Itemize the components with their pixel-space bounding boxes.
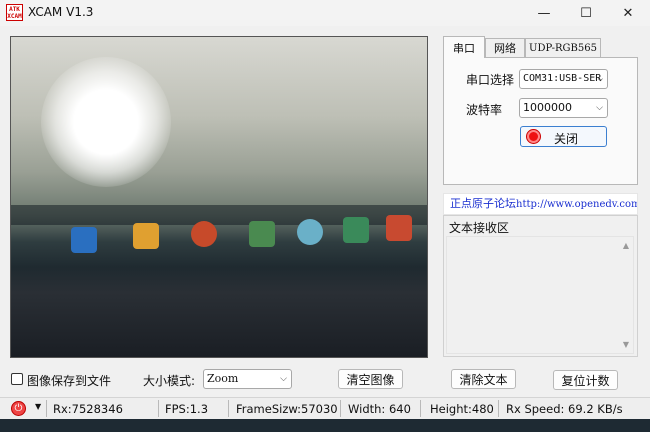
minimize-icon[interactable]: — <box>523 0 565 26</box>
baud-rate-value: 1000000 <box>523 101 572 114</box>
chevron-down-icon: ⌵ <box>280 374 287 384</box>
text-receive-group: 文本接收区 ▲ ▼ <box>443 215 638 357</box>
save-image-checkbox[interactable] <box>11 373 23 385</box>
port-select-label: 串口选择 <box>466 73 515 87</box>
status-bar: ⏻ ▼ Rx:7528346 FPS:1.3 FrameSizw:57030 W… <box>0 397 650 419</box>
save-image-label: 图像保存到文件 <box>27 374 112 388</box>
forum-link[interactable]: 正点原子论坛http://www.openedv.com/ <box>443 193 638 215</box>
size-mode-value: Zoom <box>207 372 239 385</box>
scroll-down-icon[interactable]: ▼ <box>623 340 629 349</box>
port-select-value: COM31:USB-SER <box>523 73 602 84</box>
blurred-icon <box>133 223 159 249</box>
status-divider <box>158 400 159 417</box>
size-mode-select[interactable]: Zoom ⌵ <box>203 369 292 389</box>
image-width: Width: 640 <box>348 402 411 416</box>
title-bar: ATK XCAM XCAM V1.3 — ☐ ✕ <box>0 0 650 26</box>
scroll-up-icon[interactable]: ▲ <box>623 241 629 250</box>
chevron-down-icon: ⌵ <box>597 74 603 84</box>
power-icon[interactable]: ⏻ <box>11 401 26 416</box>
chevron-down-icon: ⌵ <box>596 103 603 113</box>
forum-label: 正点原子论坛 <box>450 197 516 210</box>
blurred-icon <box>297 219 323 245</box>
baud-rate-select[interactable]: 1000000 ⌵ <box>519 98 608 118</box>
reset-count-button[interactable]: 复位计数 <box>553 370 618 390</box>
window-title: XCAM V1.3 <box>28 5 94 19</box>
clear-text-button[interactable]: 清除文本 <box>451 369 516 389</box>
port-select[interactable]: COM31:USB-SER ⌵ <box>519 69 608 89</box>
close-port-label: 关闭 <box>554 132 579 146</box>
baud-rate-label: 波特率 <box>466 103 503 117</box>
close-port-button[interactable]: 关闭 <box>520 126 607 147</box>
app-logo-icon: ATK XCAM <box>6 4 23 21</box>
size-mode-label: 大小模式: <box>143 374 196 388</box>
blurred-icon <box>343 217 369 243</box>
image-height: Height:480 <box>430 402 494 416</box>
tab-serial[interactable]: 串口 <box>443 36 485 58</box>
blurred-icon <box>191 221 217 247</box>
tab-udp-rgb565[interactable]: UDP-RGB565 <box>525 38 601 57</box>
camera-preview <box>10 36 428 358</box>
tab-bar: 串口 网络 UDP-RGB565 <box>443 36 638 58</box>
fps-value: FPS:1.3 <box>165 402 209 416</box>
text-receive-title: 文本接收区 <box>449 221 510 235</box>
maximize-icon[interactable]: ☐ <box>565 0 607 26</box>
blurred-icon <box>249 221 275 247</box>
dropdown-arrow-icon[interactable]: ▼ <box>35 402 41 411</box>
status-divider <box>228 400 229 417</box>
clear-image-button[interactable]: 清空图像 <box>338 369 403 389</box>
close-window-icon[interactable]: ✕ <box>607 0 649 26</box>
blurred-icon <box>386 215 412 241</box>
text-receive-area[interactable]: ▲ ▼ <box>446 236 634 354</box>
rx-count: Rx:7528346 <box>53 402 123 416</box>
blurred-icon <box>71 227 97 253</box>
status-divider <box>420 400 421 417</box>
forum-url[interactable]: http://www.openedv.com/ <box>516 199 637 210</box>
background-strip <box>0 419 650 432</box>
record-icon <box>527 130 540 143</box>
rx-speed: Rx Speed: 69.2 KB/s <box>506 402 623 416</box>
status-divider <box>340 400 341 417</box>
status-divider <box>46 400 47 417</box>
light-glare <box>41 57 171 187</box>
frame-size: FrameSizw:57030 <box>236 402 338 416</box>
tab-network[interactable]: 网络 <box>485 38 525 57</box>
status-divider <box>498 400 499 417</box>
